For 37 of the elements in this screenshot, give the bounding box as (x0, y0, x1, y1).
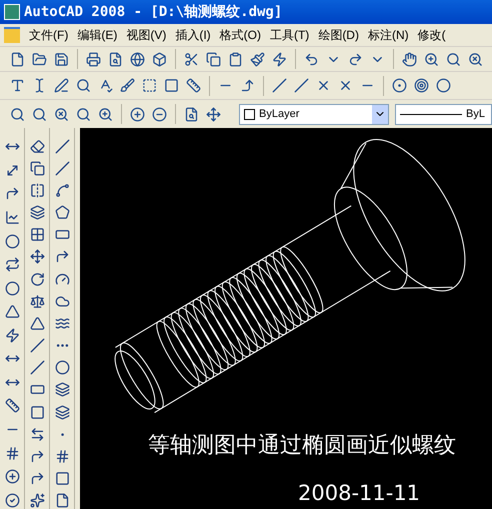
menu-item[interactable]: 插入(I) (175, 26, 211, 44)
eraser-icon[interactable] (28, 138, 46, 154)
window-title: AutoCAD 2008 - [D:\轴测螺纹.dwg] (24, 2, 282, 22)
menu-item[interactable]: 绘图(D) (318, 26, 359, 44)
menu-item[interactable]: 视图(V) (126, 26, 166, 44)
drawing-canvas[interactable]: 等轴测图中通过椭圆画近似螺纹 2008-11-11 (80, 128, 492, 509)
pentagon-icon[interactable] (52, 204, 72, 221)
menu-item[interactable]: 工具(T) (270, 26, 310, 44)
slash-icon[interactable] (292, 76, 311, 95)
brush-icon[interactable] (248, 50, 267, 68)
move-icon[interactable] (28, 248, 46, 266)
caret-icon (372, 104, 388, 124)
menu-item[interactable]: 文件(F) (29, 26, 68, 44)
pen-line-icon[interactable] (52, 76, 71, 95)
circle-dot-icon[interactable] (390, 76, 409, 95)
printer-icon[interactable] (84, 50, 103, 68)
menu-item[interactable]: 修改( (418, 26, 446, 44)
target-icon[interactable] (412, 76, 431, 95)
globe-icon[interactable] (128, 50, 147, 68)
line-icon[interactable] (52, 138, 72, 154)
scale-icon[interactable] (28, 293, 46, 310)
linetype-dropdown[interactable]: ByL (395, 104, 492, 124)
color-swatch-icon (244, 108, 255, 120)
menu-item[interactable]: 编辑(E) (77, 26, 118, 44)
copy-icon[interactable] (28, 160, 46, 176)
brush-icon[interactable] (118, 76, 137, 95)
check-icon[interactable] (2, 491, 22, 509)
app-logo-icon (4, 4, 20, 20)
menu-item[interactable]: 标注(N) (368, 26, 409, 44)
menu-item[interactable]: 格式(O) (220, 26, 261, 44)
date-text: 2008-11-11 (298, 480, 420, 507)
hand-icon[interactable] (400, 50, 419, 68)
layer-dropdown[interactable]: ByLayer (239, 104, 389, 124)
slash-icon[interactable] (270, 76, 289, 95)
caption-text: 等轴测图中通过椭圆画近似螺纹 (148, 431, 456, 459)
copy-icon[interactable] (204, 50, 223, 68)
ruler-icon[interactable] (184, 76, 203, 95)
